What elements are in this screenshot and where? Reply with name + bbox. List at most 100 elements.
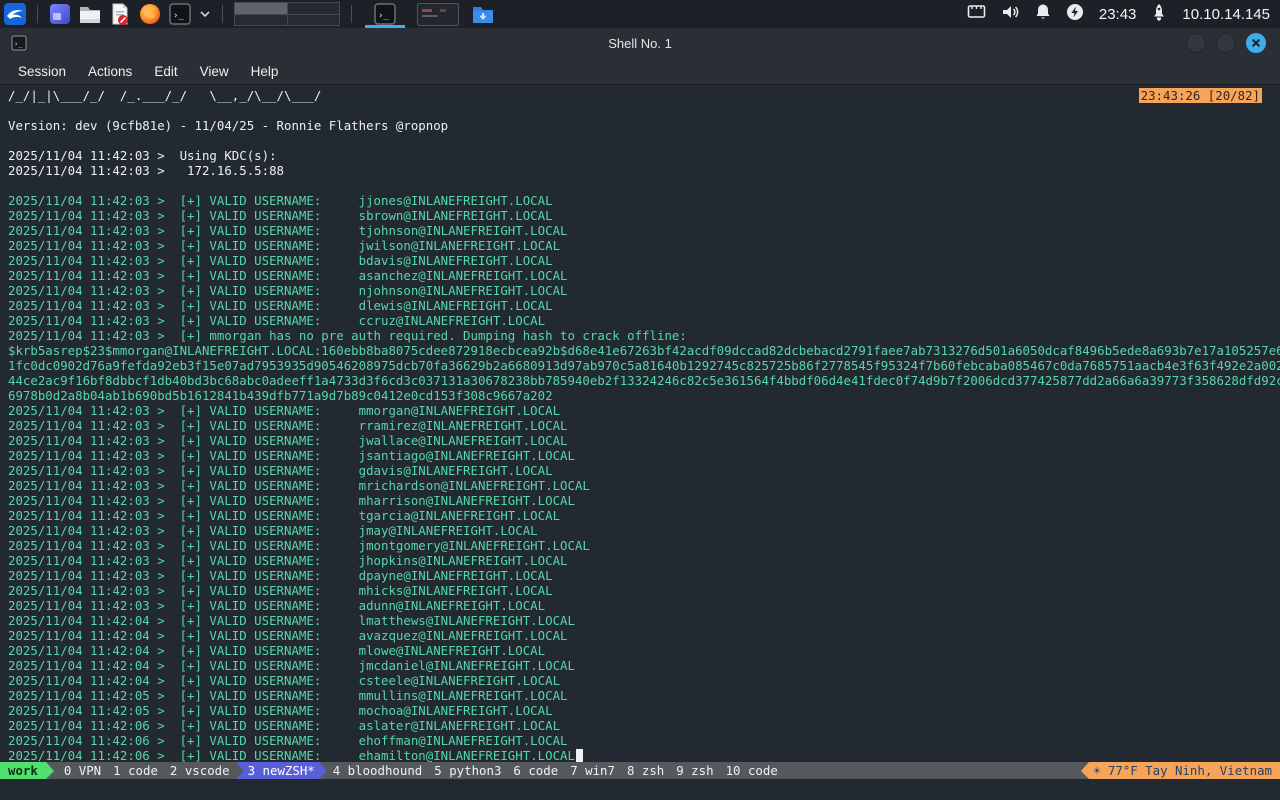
tmux-weather-segment: ☀ 77°F Tay Ninh, Vietnam — [1081, 762, 1280, 779]
powerline-arrow — [46, 762, 54, 779]
terminal-line: 2025/11/04 11:42:03 > [+] VALID USERNAME… — [8, 283, 1280, 298]
tmux-window-4[interactable]: 4 bloodhound — [327, 762, 429, 779]
terminal-line: 2025/11/04 11:42:03 > [+] VALID USERNAME… — [8, 208, 1280, 223]
terminal-line: 2025/11/04 11:42:03 > [+] VALID USERNAME… — [8, 313, 1280, 328]
task-terminal-active[interactable]: ›_ — [359, 0, 411, 28]
terminal-line: 2025/11/04 11:42:03 > 172.16.5.5:88 — [8, 163, 1280, 178]
tmux-window-5[interactable]: 5 python3 — [428, 762, 507, 779]
powerline-arrow — [1081, 762, 1089, 779]
tmux-window-2[interactable]: 2 vscode — [164, 762, 236, 779]
terminal-line: 1fc0dc0902d76a9fefda92eb3f15e07ad7953935… — [8, 358, 1280, 373]
terminal-line: 2025/11/04 11:42:03 > [+] mmorgan has no… — [8, 328, 1280, 343]
task-window-preview[interactable] — [411, 0, 465, 28]
menu-bar: Session Actions Edit View Help — [0, 58, 1280, 84]
panel-separator — [37, 5, 38, 23]
tmux-window-8[interactable]: 8 zsh — [621, 762, 670, 779]
menu-item-edit[interactable]: Edit — [150, 62, 181, 81]
vpn-rocket-icon[interactable] — [1151, 3, 1167, 26]
workspace-2[interactable] — [288, 3, 340, 14]
terminal-line: 2025/11/04 11:42:03 > Using KDC(s): — [8, 148, 1280, 163]
window-thumbnail — [417, 3, 459, 26]
kali-menu-icon[interactable] — [2, 2, 28, 26]
volume-icon[interactable] — [1001, 4, 1020, 25]
panel-ip-address[interactable]: 10.10.14.145 — [1182, 6, 1270, 23]
window-switcher-icon[interactable] — [47, 2, 73, 26]
terminal-line: 2025/11/04 11:42:03 > [+] VALID USERNAME… — [8, 568, 1280, 583]
terminal-line: 2025/11/04 11:42:03 > [+] VALID USERNAME… — [8, 463, 1280, 478]
terminal-line: 2025/11/04 11:42:03 > [+] VALID USERNAME… — [8, 268, 1280, 283]
tmux-window-list: 0 VPN1 code2 vscode 3 newZSH* 4 bloodhound… — [58, 762, 784, 779]
terminal-line: 2025/11/04 11:42:05 > [+] VALID USERNAME… — [8, 703, 1280, 718]
terminal-line: 2025/11/04 11:42:04 > [+] VALID USERNAME… — [8, 673, 1280, 688]
terminal-window[interactable]: /_/|_|\___/_/ /_.___/_/ \__,_/\__/\___/2… — [0, 84, 1280, 800]
tmux-session-name: work — [0, 762, 46, 779]
menu-item-session[interactable]: Session — [14, 62, 70, 81]
terminal-line: 2025/11/04 11:42:03 > [+] VALID USERNAME… — [8, 493, 1280, 508]
terminal-line: 2025/11/04 11:42:03 > [+] VALID USERNAME… — [8, 523, 1280, 538]
terminal-line: 2025/11/04 11:42:03 > [+] VALID USERNAME… — [8, 193, 1280, 208]
power-circle-icon[interactable] — [1066, 3, 1084, 26]
terminal-line: 2025/11/04 11:42:03 > [+] VALID USERNAME… — [8, 598, 1280, 613]
active-task-indicator — [365, 25, 405, 28]
terminal-cursor — [576, 749, 584, 762]
network-icon[interactable] — [967, 4, 986, 25]
tmux-window-6[interactable]: 6 code — [507, 762, 564, 779]
terminal-line: 2025/11/04 11:42:05 > [+] VALID USERNAME… — [8, 688, 1280, 703]
menu-item-actions[interactable]: Actions — [84, 62, 136, 81]
tmux-window-3[interactable]: 3 newZSH* — [244, 762, 319, 779]
terminal-line: 2025/11/04 11:42:04 > [+] VALID USERNAME… — [8, 628, 1280, 643]
tmux-window-10[interactable]: 10 code — [720, 762, 784, 779]
terminal-line: 6978b0d2a8b04ab1b690bd5b1612841b439dfb77… — [8, 388, 1280, 403]
tmux-window-0[interactable]: 0 VPN — [58, 762, 107, 779]
terminal-line: 2025/11/04 11:42:03 > [+] VALID USERNAME… — [8, 298, 1280, 313]
terminal-line: 44ce2ac9f16bf8dbbcf1db40bd3bc68abc0adeef… — [8, 373, 1280, 388]
terminal-line — [8, 133, 1280, 148]
workspace-4[interactable] — [288, 15, 340, 26]
tmux-window-1[interactable]: 1 code — [107, 762, 164, 779]
minimize-button[interactable] — [1186, 33, 1206, 53]
menu-item-help[interactable]: Help — [247, 62, 283, 81]
workspace-pager[interactable] — [234, 2, 340, 26]
svg-text:›_: ›_ — [378, 11, 389, 21]
panel-clock[interactable]: 23:43 — [1099, 6, 1137, 23]
workspace-3[interactable] — [235, 15, 287, 26]
firefox-icon[interactable] — [137, 2, 163, 26]
panel-separator — [351, 5, 352, 23]
terminal-line: /_/|_|\___/_/ /_.___/_/ \__,_/\__/\___/2… — [8, 88, 1280, 103]
notifications-bell-icon[interactable] — [1035, 3, 1051, 25]
tmux-window-7[interactable]: 7 win7 — [564, 762, 621, 779]
maximize-button[interactable] — [1216, 33, 1236, 53]
tmux-window-9[interactable]: 9 zsh — [670, 762, 719, 779]
desktop-panel: ›_ ›_ — [0, 0, 1280, 28]
window-titlebar[interactable]: ›_ Shell No. 1 — [0, 28, 1280, 58]
terminal-line: $krb5asrep$23$mmorgan@INLANEFREIGHT.LOCA… — [8, 343, 1280, 358]
terminal-line: 2025/11/04 11:42:06 > [+] VALID USERNAME… — [8, 718, 1280, 733]
terminal-line: 2025/11/04 11:42:03 > [+] VALID USERNAME… — [8, 223, 1280, 238]
terminal-line: 2025/11/04 11:42:03 > [+] VALID USERNAME… — [8, 238, 1280, 253]
file-manager-icon[interactable] — [77, 2, 103, 26]
powerline-arrow — [319, 762, 327, 779]
terminal-line: 2025/11/04 11:42:03 > [+] VALID USERNAME… — [8, 448, 1280, 463]
svg-text:›_: ›_ — [173, 11, 184, 21]
terminal-line: Version: dev (9cfb81e) - 11/04/25 - Ronn… — [8, 118, 1280, 133]
terminal-line: 2025/11/04 11:42:03 > [+] VALID USERNAME… — [8, 403, 1280, 418]
session-clock-badge: 23:43:26 [20/82] — [1139, 88, 1262, 103]
terminal-line: 2025/11/04 11:42:03 > [+] VALID USERNAME… — [8, 418, 1280, 433]
terminal-output: /_/|_|\___/_/ /_.___/_/ \__,_/\__/\___/2… — [8, 88, 1280, 763]
workspace-1[interactable] — [235, 3, 287, 14]
weather-text: ☀ 77°F Tay Ninh, Vietnam — [1089, 762, 1280, 779]
terminal-line: 2025/11/04 11:42:03 > [+] VALID USERNAME… — [8, 253, 1280, 268]
tmux-status-bar: work 0 VPN1 code2 vscode 3 newZSH* 4 blood… — [0, 762, 1280, 779]
terminal-dropdown-chevron-icon[interactable] — [197, 2, 213, 26]
terminal-line: 2025/11/04 11:42:04 > [+] VALID USERNAME… — [8, 643, 1280, 658]
close-button[interactable] — [1246, 33, 1266, 53]
terminal-line: 2025/11/04 11:42:06 > [+] VALID USERNAME… — [8, 748, 1280, 763]
terminal-line: 2025/11/04 11:42:04 > [+] VALID USERNAME… — [8, 658, 1280, 673]
text-editor-icon[interactable] — [107, 2, 133, 26]
task-download-folder[interactable] — [465, 0, 501, 28]
menu-item-view[interactable]: View — [196, 62, 233, 81]
terminal-line: 2025/11/04 11:42:04 > [+] VALID USERNAME… — [8, 613, 1280, 628]
terminal-line: 2025/11/04 11:42:06 > [+] VALID USERNAME… — [8, 733, 1280, 748]
system-tray: 23:43 10.10.14.145 — [967, 3, 1280, 26]
terminal-launcher-icon[interactable]: ›_ — [167, 2, 193, 26]
